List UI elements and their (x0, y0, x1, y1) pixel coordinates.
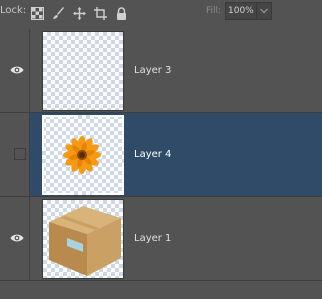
lock-toolbar: Lock: Fill: 100% (0, 0, 322, 24)
layer-thumbnail (42, 115, 124, 195)
visibility-toggle[interactable] (0, 29, 30, 112)
layer-row-layer-3[interactable]: Layer 3 (0, 29, 322, 113)
panel-empty-area (0, 281, 322, 299)
layer-thumbnail (42, 31, 124, 111)
layer-name[interactable]: Layer 3 (134, 65, 171, 76)
fill-label: Fill: (206, 6, 222, 16)
visibility-toggle[interactable] (0, 113, 30, 196)
visibility-empty-box (14, 148, 26, 160)
lock-position-icon[interactable] (73, 5, 86, 20)
layer-name[interactable]: Layer 1 (134, 233, 171, 244)
layer-thumbnail (42, 199, 124, 279)
fill-dropdown-button[interactable] (256, 2, 272, 20)
layers-panel: Lock: Fill: 100% Layer 3 Layer 4 Layer 1 (0, 0, 322, 299)
fill-opacity-input[interactable]: 100% (225, 2, 256, 20)
lock-transparent-pixels-icon[interactable] (31, 5, 44, 20)
lock-artboard-icon[interactable] (94, 5, 107, 20)
layer-row-layer-1[interactable]: Layer 1 (0, 197, 322, 281)
visibility-toggle[interactable] (0, 197, 30, 280)
layer-row-layer-4[interactable]: Layer 4 (0, 113, 322, 197)
lock-label: Lock: (0, 5, 27, 16)
lock-all-icon[interactable] (115, 5, 128, 20)
lock-image-pixels-icon[interactable] (52, 5, 65, 19)
layer-name[interactable]: Layer 4 (134, 149, 171, 160)
